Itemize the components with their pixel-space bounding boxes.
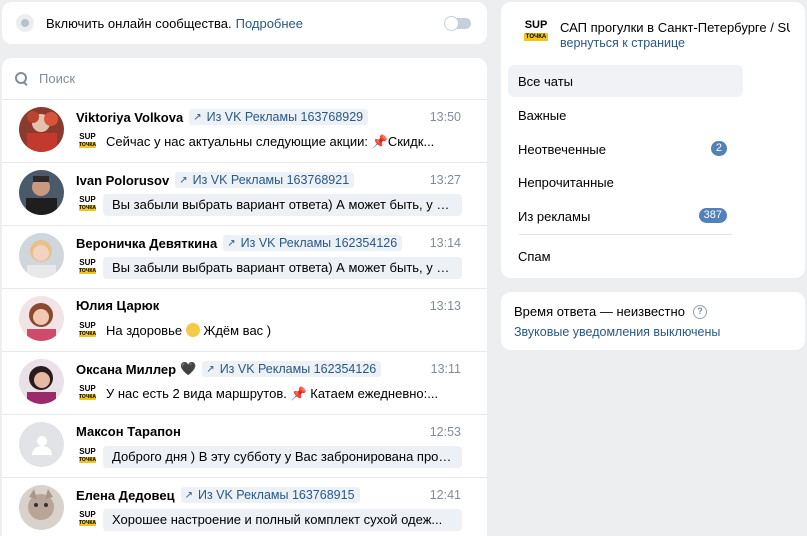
menu-item-spam[interactable]: Спам: [508, 240, 743, 272]
chat-row[interactable]: Елена Дедовец ↗ Из VK Рекламы 163768915 1…: [2, 478, 487, 536]
chat-time: 12:41: [429, 488, 461, 502]
chat-name: Максон Тарапон: [76, 424, 181, 439]
menu-item-from-ads[interactable]: Из рекламы 387: [508, 200, 743, 232]
arrow-up-right-icon: ↗: [206, 363, 215, 375]
chat-time: 13:11: [430, 362, 461, 376]
chat-filter-menu: SUP ТОЧКА САП прогулки в Санкт-Петербурге…: [501, 2, 805, 278]
chat-row[interactable]: Максон Тарапон 12:53 SUP ТОЧКА Доброго дн…: [2, 415, 487, 478]
menu-item-label: Из рекламы: [518, 208, 591, 224]
help-icon[interactable]: ?: [692, 304, 707, 319]
count-badge: 387: [698, 208, 727, 223]
avatar: [19, 107, 64, 152]
back-to-page-link[interactable]: вернуться к странице: [560, 36, 685, 50]
count-badge: 2: [710, 141, 727, 156]
chat-name: Елена Дедовец: [76, 487, 175, 503]
menu-item-label: Все чаты: [518, 73, 574, 89]
sound-notifications-link[interactable]: Звуковые уведомления выключены: [514, 325, 720, 339]
chat-time: 13:13: [429, 299, 461, 313]
search-bar: [2, 58, 487, 100]
default-avatar-icon: [19, 422, 64, 467]
menu-item-label: Непрочитанные: [518, 174, 614, 190]
arrow-up-right-icon: ↗: [184, 489, 193, 501]
group-logo-icon: SUP ТОЧКА: [79, 321, 96, 337]
chat-row[interactable]: Юлия Царюк 13:13 SUP ТОЧКА На здоровье Жд…: [2, 289, 487, 352]
avatar: [19, 233, 64, 278]
ad-source-label: Из VK Рекламы 162354126: [240, 236, 398, 250]
search-input[interactable]: [39, 71, 439, 86]
group-logo-icon: SUP ТОЧКА: [79, 195, 96, 211]
chat-time: 13:27: [429, 173, 461, 187]
chat-row[interactable]: Вероничка Девяткина ↗ Из VK Рекламы 16235…: [2, 226, 487, 289]
chat-time: 13:14: [429, 236, 461, 250]
group-logo-icon: SUP ТОЧКА: [79, 447, 96, 463]
group-logo-icon: SUP ТОЧКА: [79, 510, 96, 526]
chat-list-card: Viktoriya Volkova ↗ Из VK Рекламы 1637689…: [2, 58, 487, 536]
chat-snippet: Хорошее настроение и полный комплект сух…: [103, 509, 462, 531]
group-logo-icon: SUP ТОЧКА: [79, 258, 96, 274]
ad-source-label: Из VK Рекламы 162354126: [219, 362, 377, 376]
arrow-up-right-icon: ↗: [179, 174, 188, 186]
chat-name: Оксана Миллер: [76, 361, 177, 377]
group-header[interactable]: SUP ТОЧКА САП прогулки в Санкт-Петербурге…: [501, 2, 805, 64]
avatar: [19, 170, 64, 215]
arrow-up-right-icon: ↗: [193, 111, 202, 123]
menu-item-unread[interactable]: Непрочитанные: [508, 166, 743, 198]
chat-row[interactable]: Ivan Polorusov ↗ Из VK Рекламы 163768921 …: [2, 163, 487, 226]
arrow-up-right-icon: ↗: [227, 237, 236, 249]
menu-item-important[interactable]: Важные: [508, 99, 743, 131]
online-toggle-switch[interactable]: [444, 16, 471, 31]
chat-snippet: Вы забыли выбрать вариант ответа) А може…: [103, 257, 462, 279]
search-icon: [15, 71, 29, 86]
menu-item-unanswered[interactable]: Неотвеченные 2: [508, 133, 743, 165]
chat-time: 13:50: [429, 110, 461, 124]
ad-source-label: Из VK Рекламы 163768921: [192, 173, 350, 187]
chat-snippet: У нас есть 2 вида маршрутов. 📌 Катаем еж…: [106, 386, 439, 401]
group-logo-icon: SUP ТОЧКА: [524, 19, 548, 41]
black-heart-icon: 🖤: [180, 361, 197, 376]
chat-snippet: Сейчас у нас актуальны следующие акции: …: [106, 134, 435, 149]
online-more-link[interactable]: Подробнее: [236, 16, 303, 31]
pin-icon: 📌: [290, 386, 307, 401]
ad-source-tag: ↗ Из VK Рекламы 162354126: [202, 361, 382, 377]
ad-source-tag: ↗ Из VK Рекламы 163768915: [180, 487, 360, 503]
online-status-icon: [16, 14, 34, 32]
response-info-card: Время ответа — неизвестно ? Звуковые уве…: [501, 292, 805, 350]
menu-item-label: Спам: [518, 248, 551, 264]
chat-name: Ivan Polorusov: [76, 172, 170, 188]
ad-source-tag: ↗ Из VK Рекламы 163768929: [189, 109, 369, 125]
chat-row[interactable]: Viktoriya Volkova ↗ Из VK Рекламы 1637689…: [2, 100, 487, 163]
chat-name: Вероничка Девяткина: [76, 235, 218, 251]
response-time-label: Время ответа — неизвестно: [514, 304, 685, 319]
avatar: [19, 359, 64, 404]
chat-time: 12:53: [429, 425, 461, 439]
ad-source-tag: ↗ Из VK Рекламы 162354126: [223, 235, 403, 251]
menu-item-all-chats[interactable]: Все чаты: [508, 65, 743, 97]
chat-snippet: На здоровье Ждём вас ): [106, 323, 272, 338]
menu-divider: [519, 234, 732, 235]
chat-snippet: Вы забыли выбрать вариант ответа) А може…: [103, 194, 462, 216]
group-logo-icon: SUP ТОЧКА: [79, 384, 96, 400]
pin-icon: 📌: [371, 134, 388, 149]
online-label: Включить онлайн сообщества.: [46, 15, 232, 31]
smile-emoji-icon: [185, 323, 200, 337]
avatar: [19, 296, 64, 341]
chat-name: Юлия Царюк: [76, 298, 160, 313]
ad-source-label: Из VK Рекламы 163768915: [197, 488, 355, 502]
online-community-card: Включить онлайн сообщества. Подробнее: [2, 2, 487, 44]
ad-source-tag: ↗ Из VK Рекламы 163768921: [175, 172, 355, 188]
chat-name: Viktoriya Volkova: [76, 109, 184, 125]
avatar: [19, 485, 64, 530]
group-logo-icon: SUP ТОЧКА: [79, 132, 96, 148]
chat-row[interactable]: Оксана Миллер 🖤 ↗ Из VK Рекламы 162354126…: [2, 352, 487, 415]
ad-source-label: Из VK Рекламы 163768929: [206, 110, 364, 124]
group-title: САП прогулки в Санкт-Петербурге / SU...: [560, 20, 790, 35]
menu-item-label: Неотвеченные: [518, 141, 607, 157]
chat-snippet: Доброго дня ) В эту субботу у Вас заброн…: [103, 446, 462, 468]
menu-item-label: Важные: [518, 107, 567, 123]
